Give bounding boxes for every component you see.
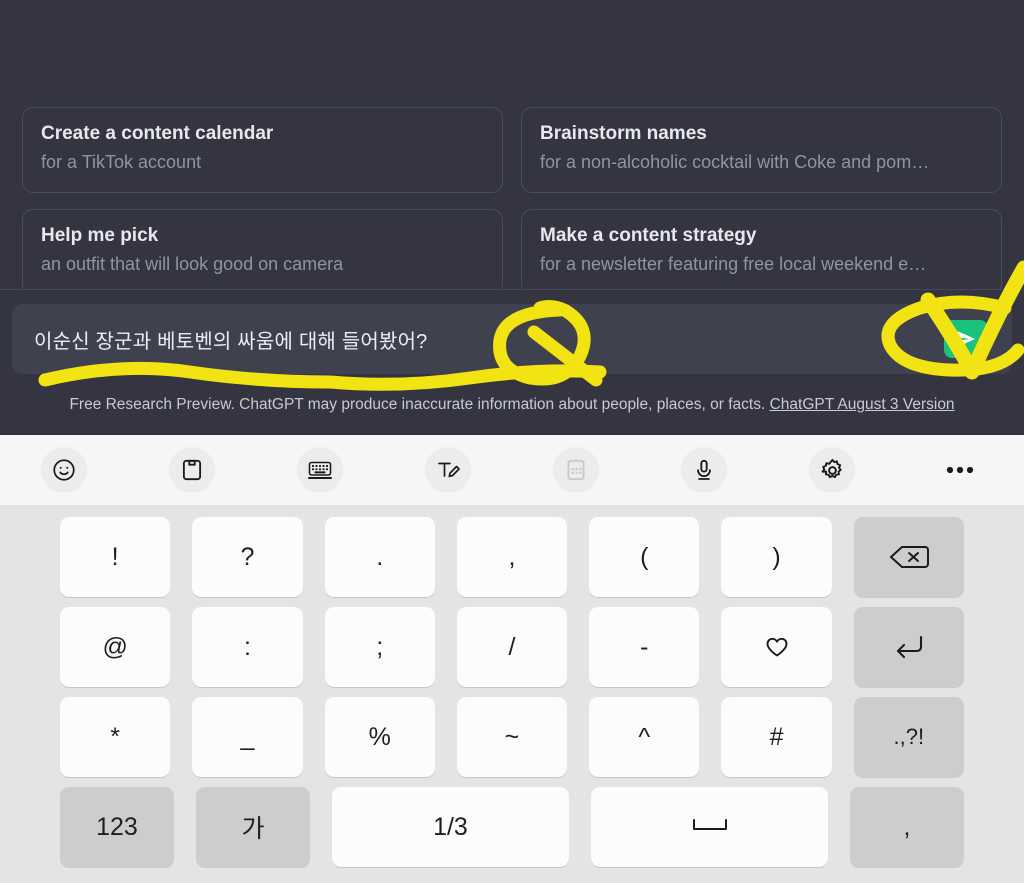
toolbar-item-settings[interactable] [768,447,896,493]
key[interactable]: - [589,607,700,687]
toolbar-item-microphone[interactable] [640,447,768,493]
key[interactable]: ) [721,517,832,597]
key-page-indicator[interactable]: 1/3 [331,787,569,867]
keyboard-row: 123 가 1/3 , [0,787,1024,867]
key[interactable]: ? [192,517,303,597]
toolbar-item-more[interactable] [896,447,1024,493]
message-input[interactable]: 이순신 장군과 베토벤의 싸움에 대해 들어봤어? [12,304,1012,374]
key[interactable]: ^ [589,697,700,777]
suggestion-card[interactable]: Make a content strategy for a newsletter… [521,209,1002,295]
key[interactable]: ! [60,517,171,597]
suggestion-subtitle: for a non-alcoholic cocktail with Coke a… [540,152,930,173]
toolbar-item-text-edit[interactable] [384,447,512,493]
keyboard-icon [308,461,332,479]
key[interactable]: _ [192,697,303,777]
emoji-icon [53,459,75,481]
key[interactable]: % [324,697,435,777]
key-space[interactable] [590,787,829,867]
version-link[interactable]: ChatGPT August 3 Version [770,396,955,413]
enter-icon [896,635,922,659]
key-numeric-mode[interactable]: 123 [60,787,174,867]
toolbar-item-numpad[interactable] [512,447,640,493]
key[interactable]: , [456,517,568,597]
composer-bar: 이순신 장군과 베토벤의 싸움에 대해 들어봤어? [0,289,1024,394]
clipboard-icon [182,459,202,481]
key[interactable]: * [60,697,171,777]
microphone-icon [697,459,711,480]
suggestion-card[interactable]: Create a content calendar for a TikTok a… [22,107,503,193]
toolbar-item-keyboard[interactable] [256,447,384,493]
gear-icon [821,458,842,478]
key-korean-mode[interactable]: 가 [195,787,310,867]
key[interactable]: @ [60,607,171,687]
suggestion-card[interactable]: Brainstorm names for a non-alcoholic coc… [521,107,1002,193]
keyboard-row: ! ? . , ( ) [0,517,1024,597]
key[interactable]: ( [589,517,700,597]
key[interactable]: : [192,607,303,687]
heart-icon [766,637,787,657]
suggestion-title: Create a content calendar [41,123,274,144]
disclaimer: Free Research Preview. ChatGPT may produ… [0,396,1024,414]
key-enter[interactable] [853,607,964,687]
suggestion-subtitle: for a TikTok account [41,152,202,173]
send-button[interactable] [944,320,988,358]
more-icon [946,466,974,474]
key[interactable]: . [324,517,435,597]
key[interactable]: ; [324,607,435,687]
keyboard-toolbar [0,435,1024,505]
backspace-icon [889,546,929,568]
key-comma[interactable]: , [850,787,964,867]
space-icon [692,819,727,830]
suggestion-title: Brainstorm names [540,123,707,144]
key[interactable]: / [456,607,568,687]
key[interactable]: ~ [456,697,568,777]
key-heart[interactable] [721,607,832,687]
chat-area: Create a content calendar for a TikTok a… [0,0,1024,435]
toolbar-item-clipboard[interactable] [128,447,256,493]
suggestion-subtitle: an outfit that will look good on camera [41,254,344,275]
numpad-icon [567,459,585,481]
suggestion-card[interactable]: Help me pick an outfit that will look go… [22,209,503,295]
suggestion-title: Help me pick [41,225,159,246]
send-arrow-icon [957,331,976,347]
key-punctuation[interactable]: .,?! [853,697,964,777]
message-input-value: 이순신 장군과 베토벤의 싸움에 대해 들어봤어? [34,330,428,353]
keyboard-row: @ : ; / - [0,607,1024,687]
key[interactable]: # [721,697,832,777]
suggestion-grid: Create a content calendar for a TikTok a… [22,107,1002,295]
toolbar-item-emoji[interactable] [0,447,128,493]
text-edit-icon [438,462,460,478]
suggestion-subtitle: for a newsletter featuring free local we… [540,254,927,275]
keyboard-row: * _ % ~ ^ # .,?! [0,697,1024,777]
suggestion-title: Make a content strategy [540,225,757,246]
keyboard: ! ? . , ( ) @ : ; / - * _ % ~ ^ # .,?! 1… [0,505,1024,883]
key-backspace[interactable] [853,517,964,597]
disclaimer-text: Free Research Preview. ChatGPT may produ… [69,396,770,413]
